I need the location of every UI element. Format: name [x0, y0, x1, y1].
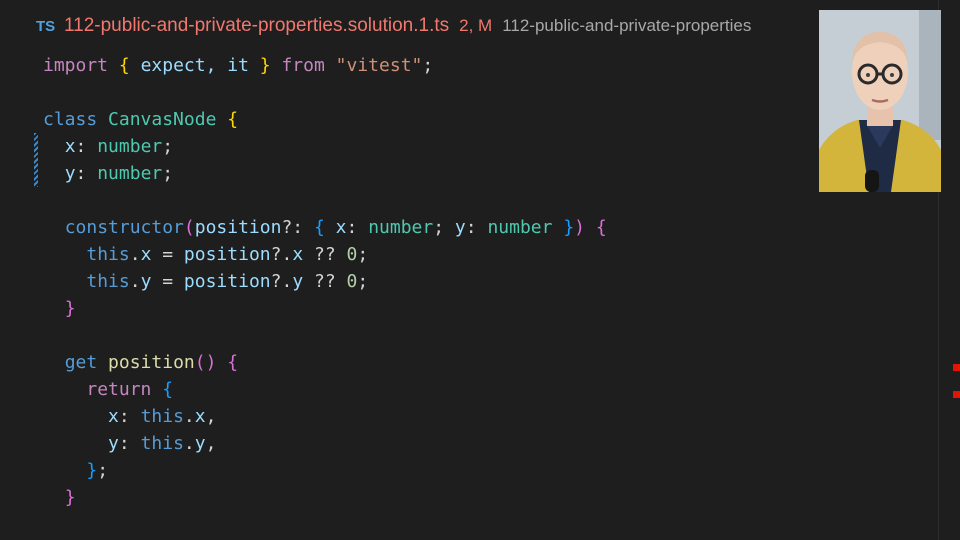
code-line: x: number; [64, 136, 174, 157]
code-line: y: this.y, [108, 433, 217, 454]
code-line: y: number; [64, 163, 174, 184]
tab-problem-status: 2, M [459, 16, 493, 35]
code-line: import { expect, it } from "vitest"; [43, 55, 434, 76]
scrollbar-error-marker [953, 364, 960, 371]
code-line: this.y = position?.y ?? 0; [86, 271, 369, 292]
code-line: get position() { [64, 352, 239, 373]
modified-lines-gutter-marker[interactable] [34, 133, 38, 187]
code-line: } [64, 298, 76, 319]
code-line: x: this.x, [108, 406, 217, 427]
code-line: class CanvasNode { [43, 109, 239, 130]
tab-filename[interactable]: 112-public-and-private-properties.soluti… [64, 15, 449, 37]
breadcrumb-folder[interactable]: 112-public-and-private-properties [502, 16, 751, 36]
presenter-webcam-overlay [819, 10, 941, 192]
code-line: } [64, 487, 76, 508]
code-line: return { [86, 379, 174, 400]
scrollbar-error-marker [953, 391, 960, 398]
code-line: constructor(position?: { x: number; y: n… [64, 217, 607, 238]
typescript-file-icon: TS [36, 17, 56, 35]
editor-tab-bar: TS 112-public-and-private-properties.sol… [0, 0, 820, 52]
code-line: }; [86, 460, 109, 481]
presenter-portrait [819, 10, 941, 192]
code-editor[interactable]: import { expect, it } from "vitest"; cla… [43, 52, 607, 511]
code-line: this.x = position?.x ?? 0; [86, 244, 369, 265]
